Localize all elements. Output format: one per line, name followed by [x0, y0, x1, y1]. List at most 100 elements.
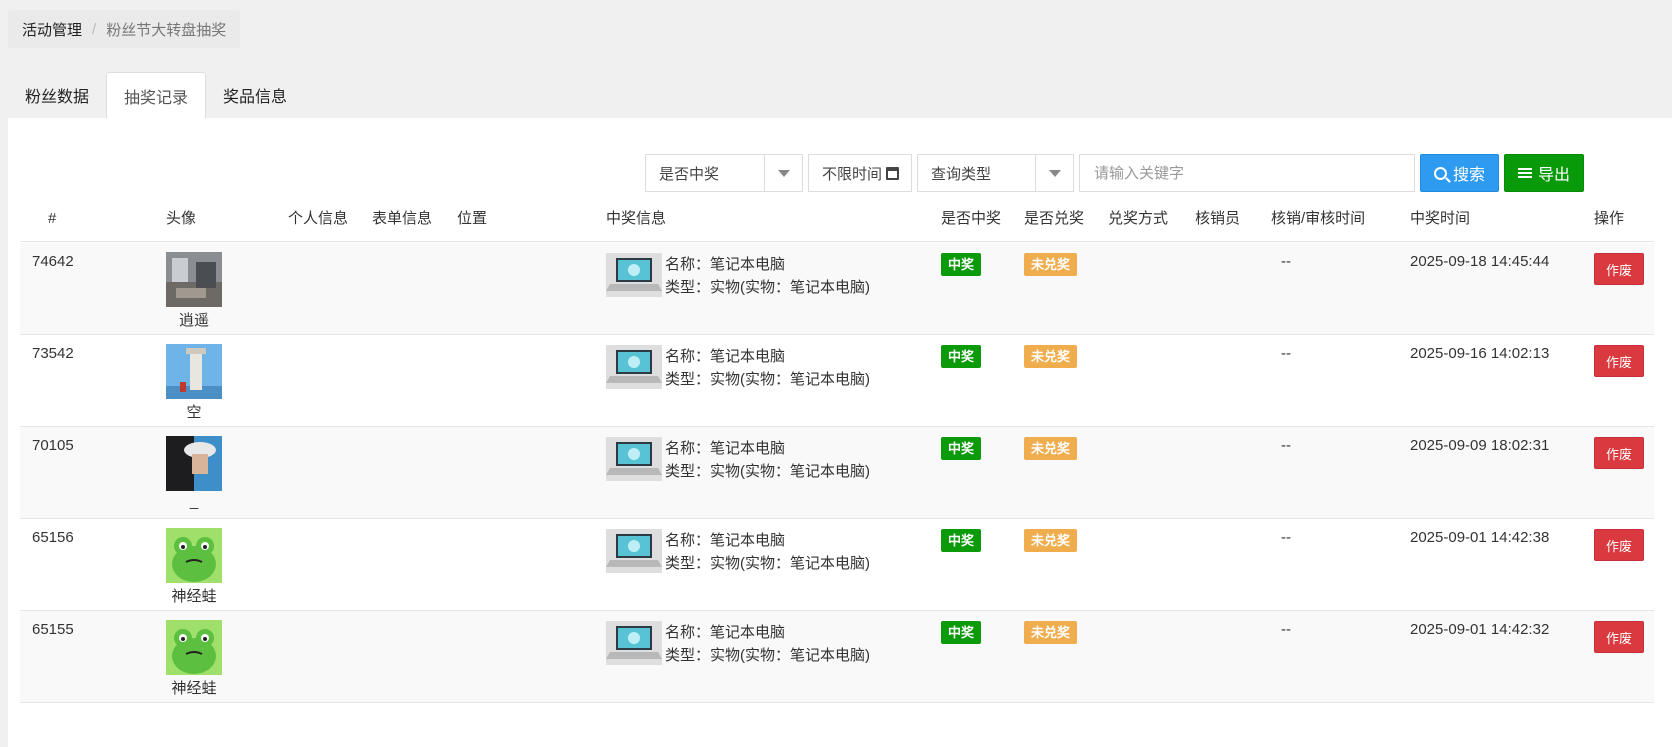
won-time: 2025-09-09 18:02:31 [1410, 437, 1550, 454]
redeem-status-badge: 未兑奖 [1024, 437, 1078, 460]
won-badge: 中奖 [941, 345, 982, 368]
nickname: _ [189, 493, 199, 510]
audit-time: -- [1281, 529, 1291, 546]
col-won: 是否中奖 [941, 210, 1002, 227]
avatar [166, 252, 222, 307]
won-time: 2025-09-01 14:42:32 [1410, 621, 1550, 638]
avatar [166, 528, 222, 583]
avatar [166, 344, 222, 399]
won-badge: 中奖 [941, 253, 982, 276]
prize-info: 名称：笔记本电脑 类型：实物(实物：笔记本电脑) [665, 529, 870, 575]
row-id: 65156 [32, 529, 74, 546]
prize-name: 名称：笔记本电脑 [665, 440, 786, 457]
col-location: 位置 [457, 210, 488, 227]
col-verifier: 核销员 [1195, 210, 1241, 227]
breadcrumb: 活动管理 / 粉丝节大转盘抽奖 [8, 10, 241, 48]
won-time: 2025-09-01 14:42:38 [1410, 529, 1550, 546]
search-button-label: 搜索 [1453, 167, 1486, 184]
date-range-picker[interactable]: 不限时间 [808, 154, 913, 192]
avatar [166, 620, 222, 675]
prize-info: 名称：笔记本电脑 类型：实物(实物：笔记本电脑) [665, 345, 870, 391]
nickname: 神经蛙 [171, 680, 217, 697]
col-won-time: 中奖时间 [1410, 210, 1471, 227]
date-range-label: 不限时间 [822, 165, 883, 183]
filter-bar: 是否中奖 不限时间 查询类型 搜索 导出 [645, 154, 1585, 192]
prize-type: 类型：实物(实物：笔记本电脑) [665, 371, 870, 388]
won-badge: 中奖 [941, 529, 982, 552]
col-audit-time: 核销/审核时间 [1271, 210, 1366, 227]
breadcrumb-parent[interactable]: 活动管理 [22, 19, 82, 40]
won-badge: 中奖 [941, 437, 982, 460]
export-button-label: 导出 [1538, 167, 1571, 184]
void-button[interactable]: 作废 [1594, 437, 1644, 469]
tab-lottery-records[interactable]: 抽奖记录 [106, 72, 207, 118]
table-row: 65156 神经蛙 名称：笔记本电脑 类型：实物(实物：笔记本电脑) 中奖 未兑… [20, 519, 1654, 611]
table-header: # 头像 个人信息 表单信息 位置 中奖信息 是否中奖 是否兑奖 兑奖方式 核销… [20, 200, 1654, 242]
col-id: # [48, 210, 57, 227]
laptop-image [606, 437, 662, 481]
avatar [166, 436, 222, 491]
win-status-select[interactable]: 是否中奖 [645, 154, 803, 192]
nickname: 逍遥 [178, 312, 209, 329]
void-button[interactable]: 作废 [1594, 253, 1644, 285]
query-type-select-value: 查询类型 [931, 165, 992, 183]
prize-name: 名称：笔记本电脑 [665, 348, 786, 365]
laptop-image [606, 621, 662, 665]
won-time: 2025-09-16 14:02:13 [1410, 345, 1550, 362]
win-status-select-value: 是否中奖 [659, 165, 720, 183]
keyword-input[interactable] [1079, 154, 1416, 192]
redeem-status-badge: 未兑奖 [1024, 621, 1078, 644]
tab-fan-data[interactable]: 粉丝数据 [8, 72, 106, 118]
query-type-select[interactable]: 查询类型 [917, 154, 1075, 192]
void-button[interactable]: 作废 [1594, 529, 1644, 561]
col-redeemed: 是否兑奖 [1024, 210, 1085, 227]
nickname: 空 [186, 404, 202, 421]
laptop-image [606, 253, 662, 297]
search-icon [1434, 166, 1448, 180]
audit-time: -- [1281, 253, 1291, 270]
col-form: 表单信息 [372, 210, 433, 227]
won-time: 2025-09-18 14:45:44 [1410, 253, 1550, 270]
table-row: 73542 空 名称：笔记本电脑 类型：实物(实物：笔记本电脑) 中奖 未兑奖 … [20, 335, 1654, 427]
col-action: 操作 [1594, 210, 1625, 227]
prize-name: 名称：笔记本电脑 [665, 624, 786, 641]
list-icon [1518, 168, 1533, 178]
col-method: 兑奖方式 [1108, 210, 1169, 227]
records-panel: 是否中奖 不限时间 查询类型 搜索 导出 # 头像 个人信息 表单信息 位置 中… [8, 118, 1672, 747]
prize-info: 名称：笔记本电脑 类型：实物(实物：笔记本电脑) [665, 437, 870, 483]
won-badge: 中奖 [941, 621, 982, 644]
row-id: 73542 [32, 345, 74, 362]
void-button[interactable]: 作废 [1594, 621, 1644, 653]
audit-time: -- [1281, 437, 1291, 454]
prize-type: 类型：实物(实物：笔记本电脑) [665, 647, 870, 664]
col-avatar: 头像 [166, 210, 197, 227]
prize-type: 类型：实物(实物：笔记本电脑) [665, 463, 870, 480]
prize-name: 名称：笔记本电脑 [665, 256, 786, 273]
export-button[interactable]: 导出 [1504, 154, 1585, 192]
chevron-down-icon [1035, 155, 1073, 191]
prize-name: 名称：笔记本电脑 [665, 532, 786, 549]
table-row: 70105 _ 名称：笔记本电脑 类型：实物(实物：笔记本电脑) 中奖 未兑奖 … [20, 427, 1654, 519]
redeem-status-badge: 未兑奖 [1024, 529, 1078, 552]
row-id: 74642 [32, 253, 74, 270]
prize-info: 名称：笔记本电脑 类型：实物(实物：笔记本电脑) [665, 621, 870, 667]
search-button[interactable]: 搜索 [1420, 154, 1500, 192]
prize-info: 名称：笔记本电脑 类型：实物(实物：笔记本电脑) [665, 253, 870, 299]
table-row: 74642 逍遥 名称：笔记本电脑 类型：实物(实物：笔记本电脑) 中奖 未兑奖… [20, 243, 1654, 335]
void-button[interactable]: 作废 [1594, 345, 1644, 377]
laptop-image [606, 529, 662, 573]
audit-time: -- [1281, 621, 1291, 638]
prize-type: 类型：实物(实物：笔记本电脑) [665, 279, 870, 296]
col-personal: 个人信息 [288, 210, 349, 227]
breadcrumb-separator: / [92, 20, 97, 38]
col-prize: 中奖信息 [606, 210, 667, 227]
tab-prize-info[interactable]: 奖品信息 [206, 72, 304, 118]
tab-bar: 粉丝数据 抽奖记录 奖品信息 [8, 72, 304, 118]
redeem-status-badge: 未兑奖 [1024, 345, 1078, 368]
calendar-icon [886, 166, 900, 180]
table-row: 65155 神经蛙 名称：笔记本电脑 类型：实物(实物：笔记本电脑) 中奖 未兑… [20, 611, 1654, 703]
breadcrumb-current: 粉丝节大转盘抽奖 [106, 21, 227, 39]
nickname: 神经蛙 [171, 588, 217, 605]
prize-type: 类型：实物(实物：笔记本电脑) [665, 555, 870, 572]
audit-time: -- [1281, 345, 1291, 362]
